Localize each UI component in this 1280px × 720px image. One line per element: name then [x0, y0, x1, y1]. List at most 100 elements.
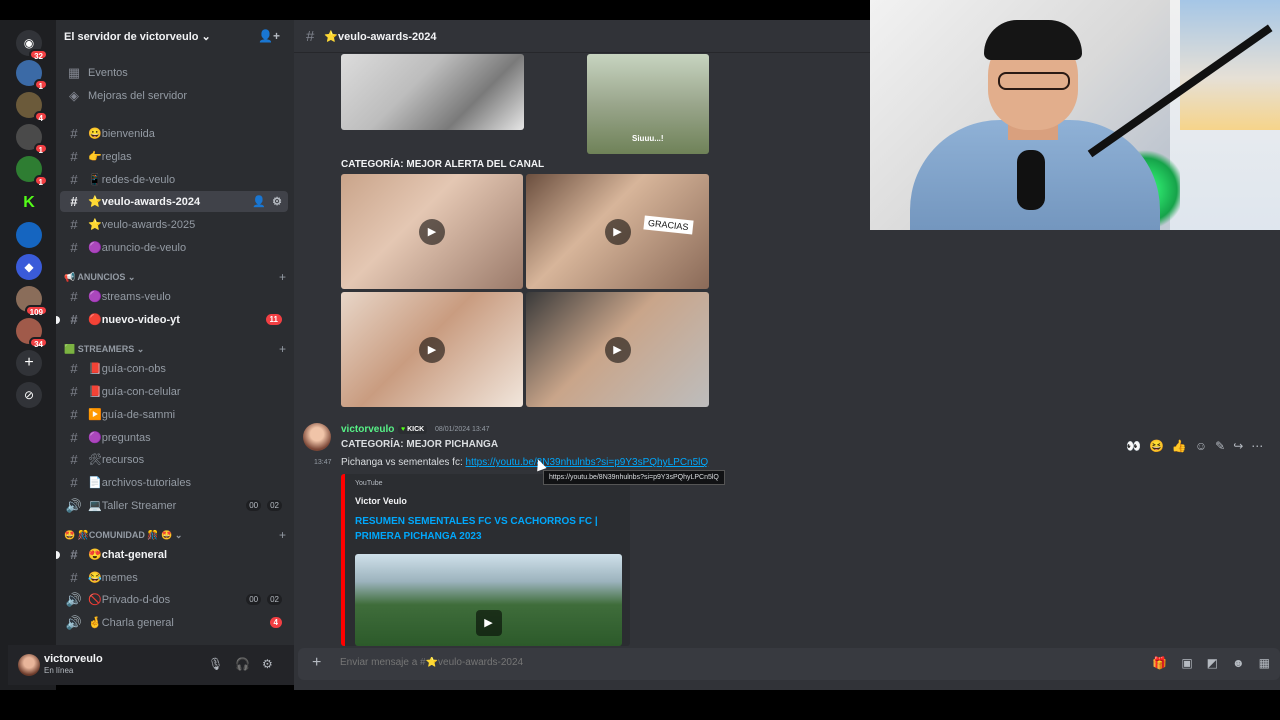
gif-icon[interactable]: ▣ — [1181, 656, 1192, 670]
sidebar-item-mejoras[interactable]: ◈ Mejoras del servidor — [60, 85, 288, 106]
voice-channel-charla-general[interactable]: 🔊 🤞Charla general 4 — [60, 612, 288, 633]
channel-redes-de-veulo[interactable]: # 📱redes-de-veulo — [60, 169, 288, 190]
sidebar-item-eventos[interactable]: ▦ Eventos — [60, 62, 288, 83]
kick-label: KICK — [407, 426, 425, 433]
rail-badge: 1 — [33, 175, 48, 187]
gif-siuuu[interactable]: Siuuu...! — [587, 54, 709, 154]
add-server-icon[interactable]: + — [16, 350, 42, 376]
rail-badge: 1 — [33, 143, 48, 155]
server-icon[interactable]: 34 — [16, 318, 48, 349]
embed-thumbnail[interactable]: ▶ — [355, 554, 622, 646]
video-attachment[interactable]: ▶ — [341, 292, 523, 407]
gear-icon[interactable]: ⚙ — [262, 657, 273, 671]
server-icon[interactable]: 1 — [16, 156, 48, 187]
youtube-link[interactable]: https://youtu.be/8N39nhulnbs?si=p9Y3sPQh… — [466, 457, 709, 468]
forward-icon[interactable]: ↪ — [1233, 439, 1243, 453]
server-rail: ◉ 32 1 4 1 1 K ◆ 109 34 + ⊘ — [0, 20, 56, 690]
emoji-icon[interactable]: ☻ — [1232, 656, 1245, 670]
channel-title: ⭐veulo-awards-2024 — [324, 30, 437, 43]
edit-icon[interactable]: ✎ — [1215, 439, 1225, 453]
play-icon[interactable]: ▶ — [419, 218, 445, 245]
kick-server-icon[interactable]: K — [16, 190, 42, 216]
gif-caption: Siuuu...! — [632, 134, 664, 143]
channel-preguntas[interactable]: # 🟣preguntas — [60, 427, 288, 448]
message-author[interactable]: victorveulo — [341, 424, 394, 435]
voice-channel-privado[interactable]: 🔊 🚫Privado-d-dos 00 02 — [60, 589, 288, 610]
message-input[interactable] — [340, 657, 840, 668]
channel-streams-veulo[interactable]: # 🟣streams-veulo — [60, 286, 288, 307]
channel-label: 💻Taller Streamer — [88, 500, 177, 512]
channel-guia-con-obs[interactable]: # 📕guía-con-obs — [60, 358, 288, 379]
video-attachment[interactable]: ▶ GRACIAS — [526, 174, 709, 289]
server-icon[interactable]: ◆ — [16, 254, 42, 280]
message-composer: + 🎁 ▣ ◩ ☻ ▦ — [298, 648, 1280, 680]
boost-icon: ◈ — [69, 87, 79, 103]
play-icon[interactable]: ▶ — [604, 336, 631, 363]
add-attachment-icon[interactable]: + — [312, 654, 321, 672]
channel-bienvenida[interactable]: # 😀bienvenida — [60, 123, 288, 144]
channel-archivos-tutoriales[interactable]: # 📄archivos-tutoriales — [60, 472, 288, 493]
sticker-image[interactable] — [341, 54, 524, 130]
video-attachment[interactable]: ▶ — [341, 174, 523, 289]
add-channel-icon[interactable]: + — [279, 342, 286, 356]
category-anuncios[interactable]: 📢 ANUNCIOS ⌄ + — [64, 269, 286, 285]
add-reaction-icon[interactable]: ☺ — [1195, 439, 1207, 453]
server-header[interactable]: El servidor de victorveulo ⌄ 👤+ — [56, 20, 294, 54]
channel-reglas[interactable]: # 👉reglas — [60, 146, 288, 167]
gift-icon[interactable]: 🎁 — [1152, 656, 1167, 670]
hash-icon: # — [70, 240, 78, 255]
eyes-reaction-icon[interactable]: 👀 — [1126, 439, 1141, 453]
video-attachment[interactable]: ▶ — [526, 292, 709, 407]
voice-limit: 02 — [267, 500, 282, 511]
explore-icon[interactable]: ⊘ — [16, 382, 42, 408]
server-icon[interactable]: 1 — [16, 60, 48, 91]
channel-nuevo-video-yt[interactable]: # 🔴nuevo-video-yt 11 — [56, 309, 288, 330]
gear-icon[interactable]: ⚙ — [272, 195, 282, 208]
play-icon[interactable]: ▶ — [475, 610, 502, 636]
channel-memes[interactable]: # 😂memes — [60, 567, 288, 588]
microphone-icon[interactable]: 🎙 — [208, 657, 223, 671]
hash-icon: # — [70, 430, 78, 445]
server-icon[interactable]: 109 — [16, 286, 48, 317]
category-comunidad[interactable]: 🤩 🎊COMUNIDAD 🎊 🤩 ⌄ + — [64, 527, 286, 543]
rail-badge: 4 — [33, 111, 48, 123]
channel-label: ▶️guía-de-sammi — [88, 409, 176, 421]
apps-icon[interactable]: ▦ — [1259, 656, 1270, 670]
add-channel-icon[interactable]: + — [279, 528, 286, 542]
channel-guia-de-sammi[interactable]: # ▶️guía-de-sammi — [60, 404, 288, 425]
embed-provider[interactable]: YouTube — [355, 480, 383, 487]
headphones-icon[interactable]: 🎧 — [235, 657, 250, 671]
add-channel-icon[interactable]: + — [279, 270, 286, 284]
avatar[interactable] — [18, 654, 40, 676]
category-label: 📢 ANUNCIOS ⌄ — [64, 271, 136, 282]
avatar[interactable] — [303, 423, 331, 451]
message-actions: 👀 😆 👍 ☺ ✎ ↪ ⋯ — [1126, 439, 1263, 453]
channel-anuncio-de-veulo[interactable]: # 🟣anuncio-de-veulo — [60, 237, 288, 258]
channel-chat-general[interactable]: # 😍chat-general — [56, 544, 288, 565]
create-invite-icon[interactable]: 👤 — [252, 195, 266, 208]
discord-home-icon[interactable]: ◉ 32 — [16, 30, 48, 61]
embed-title[interactable]: RESUMEN SEMENTALES FC VS CACHORROS FC | … — [355, 514, 615, 544]
channel-veulo-awards-2024[interactable]: # ⭐veulo-awards-2024 👤 ⚙ — [60, 191, 288, 212]
play-icon[interactable]: ▶ — [419, 336, 445, 363]
channel-veulo-awards-2025[interactable]: # ⭐veulo-awards-2025 — [60, 214, 288, 235]
user-name[interactable]: victorveulo — [44, 653, 103, 665]
channel-guia-con-celular[interactable]: # 📕guía-con-celular — [60, 381, 288, 402]
play-icon[interactable]: ▶ — [604, 218, 631, 245]
category-streamers[interactable]: 🟩 STREAMERS ⌄ + — [64, 341, 286, 357]
embed-author[interactable]: Victor Veulo — [355, 496, 407, 506]
server-icon[interactable]: 1 — [16, 124, 48, 155]
channel-header: # ⭐veulo-awards-2024 — [294, 20, 870, 53]
server-icon[interactable]: 4 — [16, 92, 48, 123]
smile-reaction-icon[interactable]: 😆 — [1149, 439, 1164, 453]
voice-channel-taller-streamer[interactable]: 🔊 💻Taller Streamer 00 02 — [60, 495, 288, 516]
more-icon[interactable]: ⋯ — [1251, 439, 1263, 453]
sticker-icon[interactable]: ◩ — [1207, 656, 1218, 670]
thumbs-up-reaction-icon[interactable]: 👍 — [1172, 439, 1187, 453]
webcam-poster — [1180, 0, 1280, 130]
channel-recursos[interactable]: # 🛠recursos — [60, 449, 288, 470]
server-icon[interactable] — [16, 222, 42, 248]
sidebar-item-label: Eventos — [88, 66, 128, 79]
invite-people-icon[interactable]: 👤+ — [258, 29, 280, 43]
hash-icon: # — [70, 312, 78, 327]
